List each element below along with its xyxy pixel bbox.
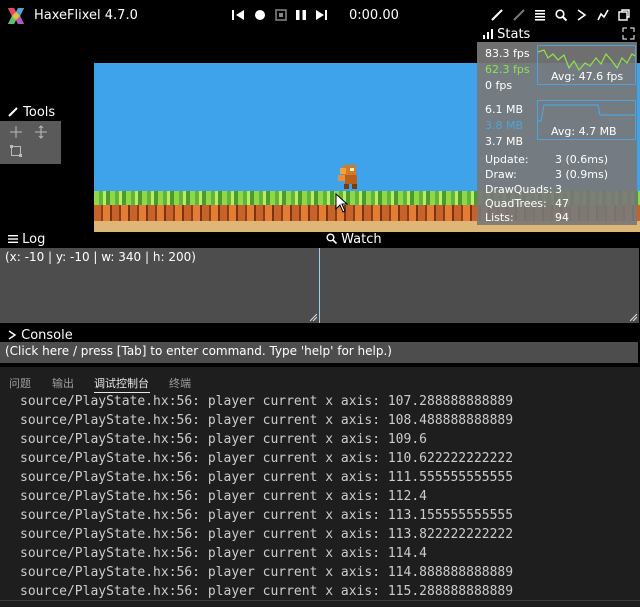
stats-header[interactable]: Stats bbox=[483, 27, 530, 42]
console-placeholder: (Click here / press [Tab] to enter comma… bbox=[5, 344, 392, 358]
output-line: source/PlayState.hx:56: player current x… bbox=[20, 565, 514, 580]
memory-a: 6.1 MB bbox=[485, 103, 524, 116]
stats-toggle-icon[interactable] bbox=[596, 8, 612, 24]
tab-debug-console[interactable]: 调试控制台 bbox=[94, 375, 149, 391]
log-panel: (x: -10 | y: -10 | w: 340 | h: 200) bbox=[0, 248, 319, 323]
tools-label: Tools bbox=[23, 105, 56, 120]
output-line: source/PlayState.hx:56: player current x… bbox=[20, 394, 514, 409]
console-header[interactable]: Console bbox=[8, 328, 73, 343]
chevron-right-icon bbox=[8, 330, 17, 340]
watch-toggle-icon[interactable] bbox=[554, 8, 570, 24]
panel-bottom-border bbox=[0, 600, 640, 601]
update-label: Update: bbox=[485, 153, 529, 166]
fps-current: 83.3 fps bbox=[485, 47, 530, 60]
output-line: source/PlayState.hx:56: player current x… bbox=[20, 489, 427, 504]
log-text: (x: -10 | y: -10 | w: 340 | h: 200) bbox=[5, 250, 196, 264]
tab-terminal[interactable]: 终端 bbox=[169, 375, 191, 391]
pause-icon[interactable] bbox=[294, 8, 310, 24]
transform-tool-icon[interactable] bbox=[9, 144, 23, 158]
stop-recording-icon[interactable] bbox=[274, 8, 290, 24]
playback-time: 0:00.00 bbox=[349, 8, 399, 23]
console-toggle-icon[interactable] bbox=[575, 8, 591, 24]
fps-avg-label: Avg: 47.6 fps bbox=[551, 70, 624, 83]
watch-panel bbox=[319, 248, 639, 323]
memory-b: 3.8 MB bbox=[485, 119, 524, 132]
output-line: source/PlayState.hx:56: player current x… bbox=[20, 432, 427, 447]
fps-green: 62.3 fps bbox=[485, 63, 530, 76]
output-line: source/PlayState.hx:56: player current x… bbox=[20, 451, 514, 466]
drawquads-label: DrawQuads: bbox=[485, 183, 553, 196]
tab-problems[interactable]: 问题 bbox=[9, 375, 31, 391]
draw-debug-icon[interactable] bbox=[490, 8, 506, 24]
memory-graph: Avg: 4.7 MB bbox=[537, 100, 636, 140]
pointer-tool-icon[interactable] bbox=[9, 125, 23, 139]
quadtrees-label: QuadTrees: bbox=[485, 197, 547, 210]
resize-handle-icon[interactable] bbox=[629, 313, 637, 321]
title-bar: HaxeFlixel 4.7.0 0:00.00 bbox=[0, 0, 640, 32]
fps-graph: Avg: 47.6 fps bbox=[537, 45, 636, 85]
draw-value: 3 (0.9ms) bbox=[555, 168, 609, 181]
console-input[interactable]: (Click here / press [Tab] to enter comma… bbox=[0, 342, 638, 363]
restart-icon[interactable] bbox=[231, 8, 247, 24]
panel-tabs: 问题 输出 调试控制台 终端 bbox=[0, 367, 640, 395]
haxeflixel-logo-icon bbox=[8, 8, 24, 24]
pencil-icon bbox=[8, 107, 18, 117]
output-line: source/PlayState.hx:56: player current x… bbox=[20, 413, 514, 428]
memory-avg-label: Avg: 4.7 MB bbox=[551, 125, 617, 138]
watch-header[interactable]: Watch bbox=[326, 232, 382, 247]
list-icon bbox=[8, 235, 18, 243]
windows-icon[interactable] bbox=[617, 8, 633, 24]
quadtrees-value: 47 bbox=[555, 197, 569, 210]
output-line: source/PlayState.hx:56: player current x… bbox=[20, 508, 514, 523]
resize-handle-icon[interactable] bbox=[309, 313, 317, 321]
output-line: source/PlayState.hx:56: player current x… bbox=[20, 527, 514, 542]
step-icon[interactable] bbox=[315, 8, 331, 24]
fps-zero: 0 fps bbox=[485, 79, 513, 92]
lists-value: 94 bbox=[555, 211, 569, 224]
update-value: 3 (0.6ms) bbox=[555, 153, 609, 166]
log-label: Log bbox=[22, 232, 46, 247]
mover-tool-icon[interactable] bbox=[34, 125, 48, 139]
output-line: source/PlayState.hx:56: player current x… bbox=[20, 470, 514, 485]
drawquads-value: 3 bbox=[555, 183, 562, 196]
tools-header[interactable]: Tools bbox=[8, 105, 55, 120]
stats-expand-icon[interactable] bbox=[622, 27, 635, 40]
console-label: Console bbox=[21, 328, 73, 343]
record-icon[interactable] bbox=[253, 8, 269, 24]
memory-c: 3.7 MB bbox=[485, 135, 524, 148]
tab-output[interactable]: 输出 bbox=[52, 375, 74, 391]
mouse-cursor-icon bbox=[335, 193, 349, 213]
window-title: HaxeFlixel 4.7.0 bbox=[34, 8, 138, 23]
stats-panel: 83.3 fps 62.3 fps 0 fps Avg: 47.6 fps 6.… bbox=[477, 42, 637, 225]
log-toggle-icon[interactable] bbox=[533, 8, 549, 24]
stats-label: Stats bbox=[497, 27, 531, 42]
output-line: source/PlayState.hx:56: player current x… bbox=[20, 584, 514, 599]
lists-label: Lists: bbox=[485, 211, 514, 224]
draw-label: Draw: bbox=[485, 168, 517, 181]
log-header[interactable]: Log bbox=[8, 232, 45, 247]
magnifier-icon bbox=[326, 233, 338, 245]
player-sprite bbox=[338, 165, 357, 189]
bar-chart-icon bbox=[483, 29, 493, 39]
debug-console-panel: 问题 输出 调试控制台 终端 source/PlayState.hx:56: p… bbox=[0, 367, 640, 607]
debug-output: source/PlayState.hx:56: player current x… bbox=[20, 392, 513, 601]
tools-panel bbox=[0, 121, 61, 164]
interaction-icon[interactable] bbox=[512, 8, 528, 24]
watch-label: Watch bbox=[341, 232, 382, 247]
output-line: source/PlayState.hx:56: player current x… bbox=[20, 546, 427, 561]
